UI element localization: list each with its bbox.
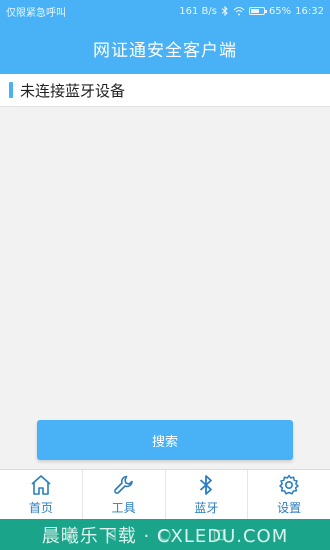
network-speed: 161 B/s: [179, 5, 217, 17]
system-navigation-bar: [0, 519, 330, 550]
home-circle-icon[interactable]: [158, 528, 172, 542]
clock: 16:32: [295, 5, 324, 17]
page-title: 网证通安全客户端: [93, 40, 237, 61]
home-icon: [31, 475, 51, 495]
bluetooth-icon: [200, 475, 213, 495]
bottom-nav: 首页 工具 蓝牙 设置: [0, 469, 330, 519]
search-button[interactable]: 搜索: [37, 420, 293, 460]
wifi-icon: [233, 6, 245, 16]
nav-item-home[interactable]: 首页: [0, 470, 83, 519]
nav-item-tools[interactable]: 工具: [83, 470, 166, 519]
bluetooth-status-label: 未连接蓝牙设备: [20, 81, 126, 100]
nav-label-tools: 工具: [111, 501, 136, 515]
back-icon[interactable]: [104, 528, 118, 542]
battery-fill: [250, 9, 259, 13]
status-indicators: 161 B/s 65% 16:32: [179, 6, 324, 17]
recents-icon[interactable]: [212, 528, 226, 542]
nav-item-settings[interactable]: 设置: [248, 470, 330, 519]
wrench-icon: [113, 475, 133, 494]
nav-label-bluetooth: 蓝牙: [194, 501, 219, 515]
accent-bar: [9, 82, 13, 98]
device-list-area: [0, 107, 330, 469]
battery-icon: [248, 7, 267, 15]
gear-icon: [279, 474, 299, 495]
nav-item-bluetooth[interactable]: 蓝牙: [166, 470, 249, 519]
bluetooth-status-icon: [221, 6, 229, 16]
battery-percent: 65%: [268, 5, 292, 17]
bluetooth-status-row: 未连接蓝牙设备: [0, 74, 330, 107]
app-header: 仅限紧急呼叫 161 B/s 65% 16:32 网证通安全客户端: [0, 0, 330, 74]
status-bar: 仅限紧急呼叫 161 B/s 65% 16:32: [0, 0, 330, 22]
nav-label-home: 首页: [28, 501, 53, 515]
carrier-text: 仅限紧急呼叫: [6, 7, 66, 19]
nav-label-settings: 设置: [277, 501, 302, 515]
